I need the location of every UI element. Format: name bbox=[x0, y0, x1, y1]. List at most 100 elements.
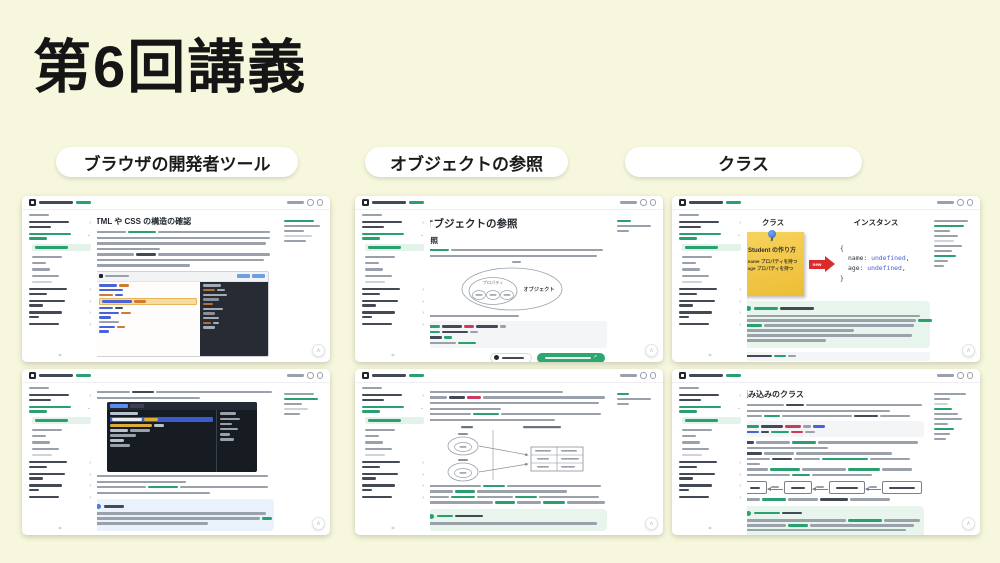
table-of-contents[interactable] bbox=[934, 393, 974, 440]
menu-icon[interactable] bbox=[317, 199, 324, 206]
back-to-top-button[interactable]: ∧ bbox=[962, 344, 975, 357]
menu-icon[interactable] bbox=[317, 372, 324, 379]
nav-link[interactable] bbox=[726, 374, 741, 376]
nav-link[interactable] bbox=[409, 201, 424, 203]
menu-icon[interactable] bbox=[967, 372, 974, 379]
nav-link[interactable] bbox=[726, 201, 741, 203]
sidebar-item-active[interactable] bbox=[32, 417, 91, 424]
sidebar-footer-icon[interactable]: ⌗ bbox=[391, 526, 394, 532]
sidebar-footer-icon[interactable]: ⌗ bbox=[708, 526, 711, 532]
header-meta[interactable] bbox=[937, 374, 954, 376]
sidebar-group[interactable]: › bbox=[679, 300, 741, 307]
playground-link-button[interactable]: ↗ bbox=[537, 353, 605, 362]
sidebar-group[interactable]: › bbox=[29, 484, 91, 491]
sidebar-group[interactable]: › bbox=[29, 394, 91, 401]
sidebar-item-active[interactable] bbox=[365, 417, 424, 424]
theme-toggle-icon[interactable] bbox=[640, 199, 647, 206]
sidebar-group[interactable]: › bbox=[362, 484, 424, 491]
sidebar-group-open[interactable]: ⌄ bbox=[29, 406, 91, 413]
site-logo-icon[interactable] bbox=[679, 372, 686, 379]
sidebar-subitems[interactable] bbox=[365, 256, 424, 284]
sidebar-footer-icon[interactable]: ⌗ bbox=[58, 353, 61, 359]
sidebar-group[interactable]: › bbox=[29, 461, 91, 468]
sidebar-nav[interactable]: › ⌄ › › › › ⌗ bbox=[672, 382, 747, 535]
site-logo-icon[interactable] bbox=[29, 372, 36, 379]
sidebar-group[interactable]: › bbox=[29, 288, 91, 295]
sidebar-group[interactable]: › bbox=[29, 473, 91, 480]
menu-icon[interactable] bbox=[650, 199, 657, 206]
sidebar-group[interactable]: › bbox=[362, 496, 424, 501]
sidebar-nav[interactable]: › ⌄ › › › › ⌗ bbox=[355, 209, 430, 362]
sidebar-nav[interactable]: › ⌄ › › › › ⌗ bbox=[22, 382, 97, 535]
header-meta[interactable] bbox=[937, 201, 954, 203]
table-of-contents[interactable] bbox=[934, 220, 974, 267]
sidebar-group[interactable]: › bbox=[362, 221, 424, 228]
sidebar-group[interactable]: › bbox=[362, 473, 424, 480]
theme-toggle-icon[interactable] bbox=[957, 199, 964, 206]
sidebar-group-open[interactable]: ⌄ bbox=[362, 233, 424, 240]
header-meta[interactable] bbox=[287, 374, 304, 376]
site-logo-icon[interactable] bbox=[29, 199, 36, 206]
table-of-contents[interactable] bbox=[617, 393, 657, 405]
theme-toggle-icon[interactable] bbox=[640, 372, 647, 379]
sidebar-group[interactable]: › bbox=[29, 221, 91, 228]
sidebar-subitems[interactable] bbox=[32, 256, 91, 284]
sidebar-group[interactable]: › bbox=[679, 394, 741, 401]
back-to-top-button[interactable]: ∧ bbox=[962, 517, 975, 530]
sidebar-group[interactable]: › bbox=[362, 300, 424, 307]
sidebar-nav[interactable]: › ⌄ › › › › ⌗ bbox=[672, 209, 747, 362]
back-to-top-button[interactable]: ∧ bbox=[312, 517, 325, 530]
sidebar-item-active[interactable] bbox=[365, 244, 424, 251]
sidebar-group[interactable]: › bbox=[29, 311, 91, 318]
sidebar-subitems[interactable] bbox=[365, 429, 424, 457]
table-of-contents[interactable] bbox=[284, 393, 324, 415]
site-logo-icon[interactable] bbox=[362, 372, 369, 379]
sidebar-footer-icon[interactable]: ⌗ bbox=[708, 353, 711, 359]
browser-tab[interactable] bbox=[237, 274, 250, 278]
sidebar-group[interactable]: › bbox=[679, 288, 741, 295]
sidebar-group[interactable]: › bbox=[679, 461, 741, 468]
theme-toggle-icon[interactable] bbox=[307, 372, 314, 379]
site-logo-icon[interactable] bbox=[679, 199, 686, 206]
header-meta[interactable] bbox=[620, 201, 637, 203]
sidebar-subitems[interactable] bbox=[682, 429, 741, 457]
selected-element-row[interactable] bbox=[99, 298, 197, 304]
sidebar-subitems[interactable] bbox=[682, 256, 741, 284]
sidebar-nav[interactable]: › ⌄ › › › › ⌗ bbox=[22, 209, 97, 362]
sidebar-group[interactable]: › bbox=[362, 288, 424, 295]
sidebar-group-open[interactable]: ⌄ bbox=[679, 233, 741, 240]
sidebar-group-open[interactable]: ⌄ bbox=[679, 406, 741, 413]
table-of-contents[interactable] bbox=[284, 220, 324, 242]
sidebar-group[interactable]: › bbox=[679, 323, 741, 328]
site-logo-icon[interactable] bbox=[362, 199, 369, 206]
devtools-tab-active[interactable] bbox=[110, 404, 128, 408]
sidebar-group[interactable]: › bbox=[679, 496, 741, 501]
header-meta[interactable] bbox=[287, 201, 304, 203]
sidebar-group[interactable]: › bbox=[679, 311, 741, 318]
sidebar-footer-icon[interactable]: ⌗ bbox=[391, 353, 394, 359]
devtools-tab[interactable] bbox=[130, 404, 144, 408]
sidebar-nav[interactable]: › ⌄ › › › › ⌗ bbox=[355, 382, 430, 535]
sidebar-group-open[interactable]: ⌄ bbox=[362, 406, 424, 413]
sidebar-item-active[interactable] bbox=[32, 244, 91, 251]
sidebar-group[interactable]: › bbox=[362, 394, 424, 401]
sidebar-group[interactable]: › bbox=[362, 323, 424, 328]
sidebar-item-active[interactable] bbox=[682, 244, 741, 251]
nav-link[interactable] bbox=[76, 374, 91, 376]
back-to-top-button[interactable]: ∧ bbox=[645, 517, 658, 530]
table-of-contents[interactable] bbox=[617, 220, 657, 232]
sidebar-subitems[interactable] bbox=[32, 429, 91, 457]
header-meta[interactable] bbox=[620, 374, 637, 376]
sidebar-group[interactable]: › bbox=[29, 300, 91, 307]
sidebar-item-active[interactable] bbox=[682, 417, 741, 424]
sidebar-group[interactable]: › bbox=[679, 484, 741, 491]
theme-toggle-icon[interactable] bbox=[957, 372, 964, 379]
github-edit-button[interactable] bbox=[490, 353, 532, 362]
menu-icon[interactable] bbox=[967, 199, 974, 206]
back-to-top-button[interactable]: ∧ bbox=[645, 344, 658, 357]
sidebar-footer-icon[interactable]: ⌗ bbox=[58, 526, 61, 532]
sidebar-group[interactable]: › bbox=[29, 323, 91, 328]
sidebar-group[interactable]: › bbox=[362, 311, 424, 318]
menu-icon[interactable] bbox=[650, 372, 657, 379]
sidebar-group[interactable]: › bbox=[679, 473, 741, 480]
